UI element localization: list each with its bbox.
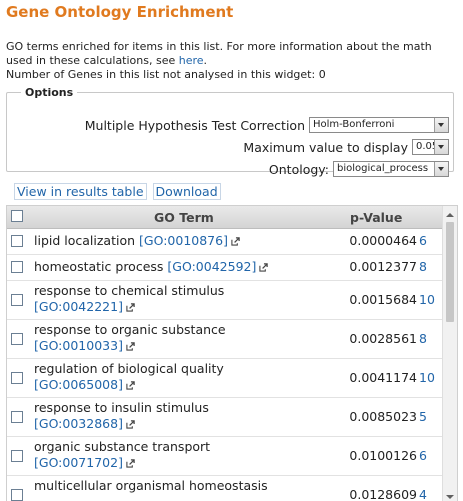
ontology-select-value: biological_process [337, 163, 429, 174]
go-id-link[interactable]: [GO:0042221] [34, 299, 123, 314]
go-term-cell: response to organic substance [GO:0010033… [34, 322, 226, 354]
p-value-cell: 0.0100126 [349, 447, 417, 463]
chevron-down-icon[interactable] [434, 140, 448, 154]
action-links: View in results table Download [14, 183, 221, 200]
table-row: response to organic substance [GO:0010033… [7, 319, 443, 359]
go-id-link[interactable]: [GO:0032868] [34, 416, 123, 431]
table-row: lipid localization [GO:0010876] 0.0000464… [7, 228, 443, 255]
gene-count-link[interactable]: 5 [419, 409, 427, 424]
table-row: response to insulin stimulus [GO:0032868]… [7, 397, 443, 437]
widget-description: GO terms enriched for items in this list… [6, 40, 458, 82]
go-id-link[interactable]: [GO:0071702] [34, 455, 123, 470]
table-row: homeostatic process [GO:0042592] 0.001237… [7, 254, 443, 281]
external-link-icon[interactable] [126, 459, 135, 468]
row-checkbox[interactable] [11, 371, 23, 384]
table-row: organic substance transport [GO:0071702] 0… [7, 436, 443, 476]
row-checkbox[interactable] [11, 261, 23, 273]
go-term-name: response to insulin stimulus [34, 400, 209, 415]
description-text: GO terms enriched for items in this list… [6, 40, 432, 67]
results-table: GO Term p-Value lipid localization [GO:0… [6, 205, 458, 501]
go-term-cell: response to chemical stimulus [GO:0042221… [34, 283, 224, 315]
ontology-select[interactable]: biological_process [333, 161, 449, 177]
external-link-icon[interactable] [126, 420, 135, 429]
scrollbar-thumb[interactable] [446, 222, 454, 322]
go-term-cell: response to insulin stimulus [GO:0032868] [34, 400, 209, 432]
download-link[interactable]: Download [152, 183, 221, 200]
go-term-header[interactable]: GO Term [154, 210, 214, 225]
p-value-header[interactable]: p-Value [350, 210, 402, 225]
external-link-icon[interactable] [259, 263, 269, 272]
options-panel: Options Multiple Hypothesis Test Correct… [6, 86, 454, 177]
max-value-row: Maximum value to display 0.05 [243, 139, 449, 155]
go-term-name: response to organic substance [34, 322, 226, 337]
gene-count-link[interactable]: 8 [419, 259, 427, 274]
gene-count-link[interactable]: 6 [419, 448, 427, 463]
go-term-name: homeostatic process [34, 259, 164, 274]
row-checkbox[interactable] [11, 410, 23, 423]
go-term-cell: lipid localization [GO:0010876] [34, 233, 240, 249]
p-value-cell: 0.0028561 [349, 330, 417, 346]
go-term-name: organic substance transport [34, 439, 211, 454]
chevron-down-icon[interactable] [434, 162, 448, 176]
correction-row: Multiple Hypothesis Test Correction Holm… [85, 117, 449, 133]
row-checkbox[interactable] [11, 488, 23, 501]
p-value-cell: 0.0085023 [349, 408, 417, 424]
go-term-cell: multicellular organismal homeostasis [34, 478, 268, 494]
external-link-icon[interactable] [126, 342, 135, 351]
p-value-cell: 0.0012377 [349, 259, 417, 274]
go-id-link[interactable]: [GO:0010033] [34, 338, 123, 353]
gene-count-link[interactable]: 10 [419, 370, 435, 385]
row-checkbox[interactable] [11, 235, 23, 247]
ontology-label: Ontology: [268, 161, 329, 177]
go-term-name: response to chemical stimulus [34, 283, 225, 298]
correction-select-value: Holm-Bonferroni [313, 119, 395, 130]
gene-count-link[interactable]: 8 [419, 331, 427, 346]
gene-count-link[interactable]: 10 [419, 292, 435, 307]
view-in-results-table-link[interactable]: View in results table [14, 183, 147, 200]
widget-title: Gene Ontology Enrichment [6, 3, 234, 21]
go-term-name: regulation of biological quality [34, 361, 224, 376]
external-link-icon[interactable] [126, 381, 135, 390]
go-term-name: lipid localization [34, 233, 136, 248]
scroll-down-arrow-icon[interactable] [443, 490, 457, 501]
row-checkbox[interactable] [11, 293, 23, 306]
row-checkbox[interactable] [11, 332, 23, 345]
external-link-icon[interactable] [126, 303, 135, 312]
p-value-cell: 0.0015684 [349, 291, 417, 307]
row-checkbox[interactable] [11, 449, 23, 462]
table-header: GO Term p-Value [7, 206, 457, 229]
go-id-link[interactable]: [GO:0065008] [34, 377, 123, 392]
p-value-cell: 0.0128609 [349, 486, 417, 501]
not-analysed-count: Number of Genes in this list not analyse… [6, 68, 326, 81]
table-row: regulation of biological quality [GO:0065… [7, 358, 443, 398]
chevron-down-icon[interactable] [434, 118, 448, 132]
select-all-checkbox[interactable] [11, 210, 23, 222]
math-info-link[interactable]: here [179, 54, 204, 67]
go-term-cell: homeostatic process [GO:0042592] [34, 259, 269, 275]
scroll-up-arrow-icon[interactable] [443, 208, 457, 222]
description-end: . [203, 54, 208, 67]
go-id-link[interactable]: [GO:0042592] [167, 259, 256, 274]
external-link-icon[interactable] [231, 237, 240, 246]
go-id-link[interactable]: [GO:0010876] [139, 233, 228, 248]
p-value-cell: 0.0000464 [349, 233, 417, 248]
ontology-row: Ontology: biological_process [269, 161, 449, 177]
go-term-cell: regulation of biological quality [GO:0065… [34, 361, 224, 393]
gene-count-link[interactable]: 4 [419, 487, 427, 501]
go-term-cell: organic substance transport [GO:0071702] [34, 439, 210, 471]
table-row: multicellular organismal homeostasis 0.01… [7, 475, 443, 501]
correction-select[interactable]: Holm-Bonferroni [309, 117, 449, 133]
go-term-name: multicellular organismal homeostasis [34, 478, 268, 493]
table-row: response to chemical stimulus [GO:0042221… [7, 280, 443, 320]
correction-label: Multiple Hypothesis Test Correction [84, 117, 305, 133]
vertical-scrollbar[interactable] [442, 206, 457, 501]
max-value-label: Maximum value to display [243, 139, 408, 155]
gene-count-link[interactable]: 6 [419, 233, 427, 248]
max-value-select[interactable]: 0.05 [412, 139, 449, 155]
options-legend: Options [25, 86, 74, 99]
p-value-cell: 0.0041174 [349, 369, 417, 385]
